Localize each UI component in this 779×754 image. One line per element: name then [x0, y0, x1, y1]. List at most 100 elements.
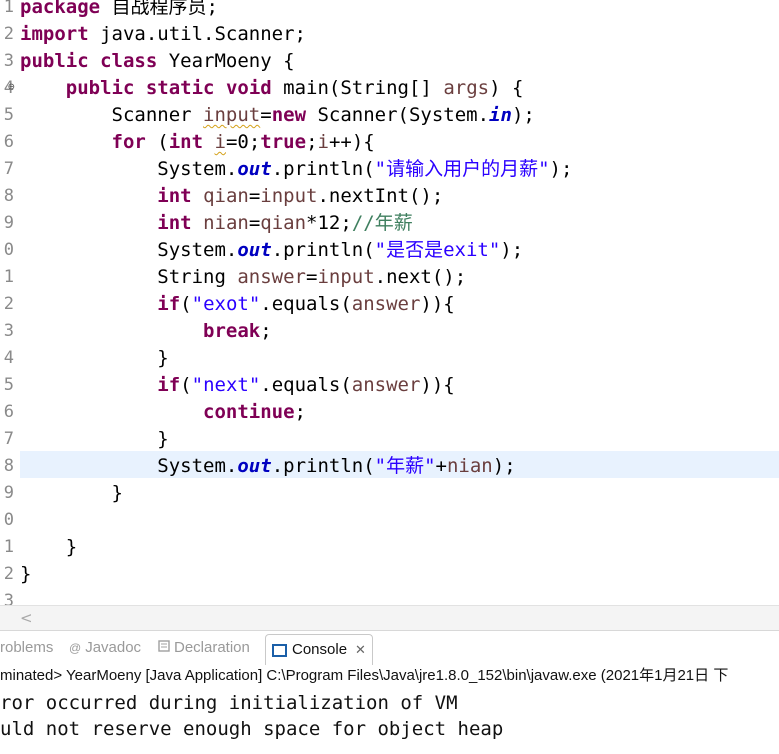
code-text: .println(	[271, 158, 375, 180]
comment: //年薪	[351, 212, 413, 234]
code-text: }	[157, 428, 169, 450]
at-sign-icon: @	[69, 641, 82, 655]
code-text: )){	[420, 374, 455, 396]
scroll-left-arrow-icon[interactable]: <	[20, 609, 33, 627]
static-field: in	[489, 104, 512, 126]
line-number: 5	[3, 105, 14, 125]
keyword: static	[145, 77, 215, 99]
code-line: }	[20, 480, 123, 507]
code-text: }	[20, 563, 32, 585]
line-number: 0	[3, 510, 14, 530]
code-text: ++){	[328, 131, 375, 153]
line-number: 9	[3, 483, 14, 503]
code-text: 自战程序员;	[100, 0, 218, 18]
code-text: (	[180, 374, 192, 396]
code-line: }	[20, 426, 169, 453]
code-line: if("next".equals(answer)){	[20, 372, 455, 399]
code-text: (	[145, 131, 169, 153]
code-text: .println(	[271, 455, 375, 477]
keyword: class	[100, 50, 158, 72]
code-text: =	[260, 104, 272, 126]
variable-warning: i	[214, 131, 226, 153]
tab-declaration-label: Declaration	[174, 639, 250, 656]
code-line: int qian=input.nextInt();	[20, 183, 443, 210]
code-line: }	[20, 561, 31, 588]
code-line: }	[20, 534, 77, 561]
horizontal-scrollbar[interactable]: <	[0, 605, 779, 630]
keyword: new	[271, 104, 307, 126]
line-number: 8	[3, 186, 14, 206]
console-output-line: uld not reserve enough space for object …	[0, 718, 504, 740]
bottom-panel-tabbar: roblems @ Javadoc Declaration Console ✕	[0, 630, 779, 665]
line-number: 1	[3, 0, 14, 17]
code-text: .println(	[271, 239, 375, 261]
code-line: if("exot".equals(answer)){	[20, 291, 454, 318]
code-text: );	[500, 239, 524, 261]
keyword: break	[203, 320, 261, 342]
code-line: for (int i=0;true;i++){	[20, 129, 375, 156]
line-number: 7	[3, 159, 14, 179]
tab-problems-label: roblems	[0, 639, 54, 656]
line-number: 2	[3, 564, 14, 584]
console-icon	[272, 643, 287, 657]
variable: nian	[203, 212, 249, 234]
line-number: 8	[3, 456, 14, 476]
code-text: =0;	[225, 131, 261, 153]
static-field: out	[237, 158, 272, 180]
code-text: +	[435, 455, 447, 477]
variable: args	[443, 77, 490, 99]
string-literal: "年薪"	[374, 455, 436, 477]
code-editor[interactable]: 1 2 3 4 5 6 7 8 9 0 1 2 3 4 5 6 7 8 9 0 …	[0, 0, 779, 605]
code-line: Scanner input=new Scanner(System.in);	[20, 102, 535, 129]
close-icon[interactable]: ✕	[355, 642, 366, 657]
tab-declaration[interactable]: Declaration	[158, 639, 250, 656]
console-status-line: minated> YearMoeny [Java Application] C:…	[0, 667, 729, 684]
code-text: System.	[157, 158, 238, 180]
tab-problems[interactable]: roblems	[0, 639, 53, 656]
variable: answer	[351, 293, 421, 315]
keyword: import	[20, 23, 89, 45]
line-number: 3	[3, 51, 14, 71]
keyword: public	[20, 50, 89, 72]
code-text: ;	[306, 131, 318, 153]
code-line: continue;	[20, 399, 306, 426]
tab-javadoc[interactable]: @ Javadoc	[69, 639, 141, 656]
fold-collapse-icon[interactable]: ⊖	[8, 80, 15, 93]
tab-console-label: Console	[292, 641, 348, 658]
line-number: 2	[3, 24, 14, 44]
code-text: System.	[157, 239, 238, 261]
code-line: public class YearMoeny {	[20, 48, 295, 75]
line-number: 3	[3, 591, 14, 605]
tab-javadoc-label: Javadoc	[85, 639, 142, 656]
declaration-icon	[158, 640, 170, 655]
keyword: if	[157, 293, 181, 315]
line-number: 9	[3, 213, 14, 233]
variable: input	[260, 185, 318, 207]
code-line: int nian=qian*12;//年薪	[20, 210, 413, 237]
keyword: true	[260, 131, 307, 153]
code-line: import java.util.Scanner;	[20, 21, 306, 48]
line-number: 4	[3, 348, 14, 368]
tab-console[interactable]: Console ✕	[265, 634, 373, 665]
code-line: package 自战程序员;	[20, 0, 218, 21]
code-text: =	[248, 212, 261, 234]
code-text: YearMoeny {	[157, 50, 295, 72]
code-text: java.util.Scanner;	[88, 23, 306, 45]
static-field: out	[237, 455, 272, 477]
code-line: System.out.println("请输入用户的月薪");	[20, 156, 572, 183]
code-text: Scanner	[111, 104, 204, 126]
code-text: );	[492, 455, 516, 477]
code-line: String answer=input.next();	[20, 264, 466, 291]
code-line-current: System.out.println("年薪"+nian);	[20, 453, 516, 480]
keyword: int	[168, 131, 204, 153]
code-text: }	[157, 347, 169, 369]
code-line: public static void main(String[] args) {	[20, 75, 524, 102]
variable: answer	[237, 266, 306, 288]
line-number: 0	[3, 240, 14, 260]
code-text: }	[65, 536, 78, 558]
variable: answer	[351, 374, 421, 396]
keyword: if	[157, 374, 181, 396]
code-text: main(String[]	[271, 77, 444, 99]
